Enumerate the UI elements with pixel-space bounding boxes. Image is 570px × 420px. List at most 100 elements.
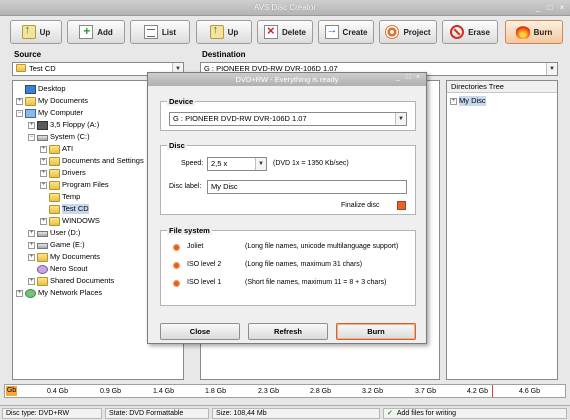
iso-level1-desc: (Short file names, maximum 11 = 8 + 3 ch… — [245, 279, 387, 286]
tree-item-program-files[interactable]: + Program Files — [40, 180, 109, 190]
finalize-checkbox[interactable] — [397, 201, 406, 210]
tree-item-my-documents[interactable]: + My Documents — [16, 96, 88, 106]
expand-icon[interactable]: + — [16, 289, 23, 297]
tree-item-floppy[interactable]: +3,5 Floppy (A:) — [28, 120, 99, 130]
source-up-button[interactable]: Up — [10, 20, 62, 44]
maximize-button[interactable]: □ — [544, 2, 556, 13]
iso-level2-radio[interactable] — [173, 262, 180, 269]
add-label: Add — [97, 27, 113, 37]
expand-icon[interactable]: + — [40, 169, 47, 177]
tree-label: My Network Places — [38, 288, 103, 297]
expand-icon[interactable]: + — [28, 253, 35, 261]
tree-label: Shared Documents — [50, 276, 115, 285]
ruler-tick: 2.3 Gb — [258, 388, 280, 395]
user-icon — [37, 264, 48, 274]
erase-button[interactable]: Erase — [442, 20, 498, 44]
close-button[interactable]: Close — [160, 323, 240, 340]
tree-item-system-c[interactable]: − System (C:) — [28, 132, 90, 142]
chevron-down-icon[interactable]: ▼ — [255, 158, 266, 170]
status-hint: ✓ Add files for writing — [383, 408, 567, 419]
expand-icon[interactable]: + — [40, 145, 47, 153]
create-label: Create — [342, 27, 368, 37]
disc-project-icon — [385, 25, 400, 39]
folder-icon — [37, 276, 48, 286]
dialog-burn-button[interactable]: Burn — [336, 323, 416, 340]
project-button[interactable]: Project — [379, 20, 437, 44]
expand-icon[interactable]: + — [28, 229, 35, 237]
tree-label: My Computer — [38, 108, 84, 117]
collapse-icon[interactable]: − — [16, 109, 23, 117]
iso-level2-label: ISO level 2 — [187, 261, 222, 268]
tree-item-windows[interactable]: + WINDOWS — [40, 216, 100, 226]
erase-label: Erase — [468, 27, 490, 37]
expand-icon[interactable]: + — [40, 217, 47, 225]
delete-icon — [263, 23, 278, 39]
expand-icon[interactable]: + — [28, 241, 35, 249]
close-window-button[interactable]: × — [556, 2, 568, 13]
dialog-close-button[interactable]: × — [416, 74, 420, 81]
list-button[interactable]: List — [130, 20, 190, 44]
disc-group: Disc Speed: 2,5 x ▼ (DVD 1x = 1350 Kb/se… — [160, 141, 416, 215]
create-button[interactable]: Create — [318, 20, 374, 44]
expand-icon[interactable]: + — [28, 277, 35, 285]
expand-icon[interactable]: + — [40, 157, 47, 165]
tree-item-network-places[interactable]: + My Network Places — [16, 288, 102, 298]
tree-item-nero-scout[interactable]: Nero Scout — [28, 264, 88, 274]
delete-button[interactable]: Delete — [257, 20, 313, 44]
folder-open-icon — [49, 204, 60, 214]
tree-item-temp[interactable]: Temp — [40, 192, 80, 202]
joliet-radio[interactable] — [173, 244, 180, 251]
disc-label-caption: Disc label: — [169, 183, 202, 190]
directories-tree[interactable]: Directories Tree + My Disc — [446, 80, 558, 380]
chevron-down-icon[interactable]: ▼ — [546, 63, 557, 75]
ruler-tick: 1.4 Gb — [153, 388, 175, 395]
speed-combo[interactable]: 2,5 x ▼ — [207, 157, 267, 171]
device-combo[interactable]: G : PIONEER DVD-RW DVR-106D 1.07 ▼ — [169, 112, 407, 126]
iso-level2-desc: (Long file names, maximum 31 chars) — [245, 261, 363, 268]
expand-icon[interactable]: + — [40, 181, 47, 189]
iso-level1-radio[interactable] — [173, 280, 180, 287]
minimize-button[interactable]: _ — [532, 2, 544, 13]
tree-label: Documents and Settings — [62, 156, 144, 165]
disc-label-input[interactable]: My Disc — [207, 180, 407, 194]
expand-icon[interactable]: + — [16, 97, 23, 105]
folder-icon — [49, 180, 60, 190]
folder-icon — [49, 144, 60, 154]
tree-item-my-computer[interactable]: − My Computer — [16, 108, 83, 118]
project-label: Project — [403, 27, 431, 37]
device-combo-value: G : PIONEER DVD-RW DVR-106D 1.07 — [173, 114, 307, 123]
tree-item-game-e[interactable]: + Game (E:) — [28, 240, 85, 250]
tree-label: WINDOWS — [62, 216, 100, 225]
destination-up-button[interactable]: Up — [196, 20, 252, 44]
tree-item-documents-settings[interactable]: + Documents and Settings — [40, 156, 144, 166]
tree-item-shared-documents[interactable]: + Shared Documents — [28, 276, 114, 286]
dialog-maximize-button[interactable]: □ — [406, 74, 410, 81]
tree-label: System (C:) — [50, 132, 90, 141]
chevron-down-icon[interactable]: ▼ — [395, 113, 406, 125]
tree-item-my-disc[interactable]: + My Disc — [450, 96, 486, 106]
tree-item-desktop[interactable]: Desktop — [16, 84, 66, 94]
folder-icon — [37, 252, 48, 262]
burn-button[interactable]: Burn — [505, 20, 563, 44]
tree-item-ati[interactable]: + ATI — [40, 144, 73, 154]
folder-icon — [49, 216, 60, 226]
collapse-icon[interactable]: − — [28, 133, 35, 141]
tree-item-test-cd[interactable]: Test CD — [40, 204, 89, 214]
disc-label-value: My Disc — [211, 182, 238, 191]
drive-icon — [37, 243, 48, 249]
tree-item-my-documents-2[interactable]: + My Documents — [28, 252, 100, 262]
folder-up-icon — [209, 24, 224, 39]
dialog-minimize-button[interactable]: _ — [396, 74, 400, 81]
device-group: Device G : PIONEER DVD-RW DVR-106D 1.07 … — [160, 97, 416, 131]
file-system-group: File system Joliet (Long file names, uni… — [160, 226, 416, 306]
speed-label: Speed: — [181, 160, 204, 167]
expand-icon[interactable]: + — [28, 121, 35, 129]
speed-value: 2,5 x — [211, 159, 228, 168]
tree-item-user-d[interactable]: + User (D:) — [28, 228, 80, 238]
tree-item-drivers[interactable]: + Drivers — [40, 168, 86, 178]
destination-heading: Destination — [202, 50, 246, 59]
expand-icon[interactable]: + — [450, 97, 457, 105]
add-button[interactable]: Add — [67, 20, 125, 44]
refresh-button[interactable]: Refresh — [248, 323, 328, 340]
capacity-limit-marker — [492, 385, 493, 397]
